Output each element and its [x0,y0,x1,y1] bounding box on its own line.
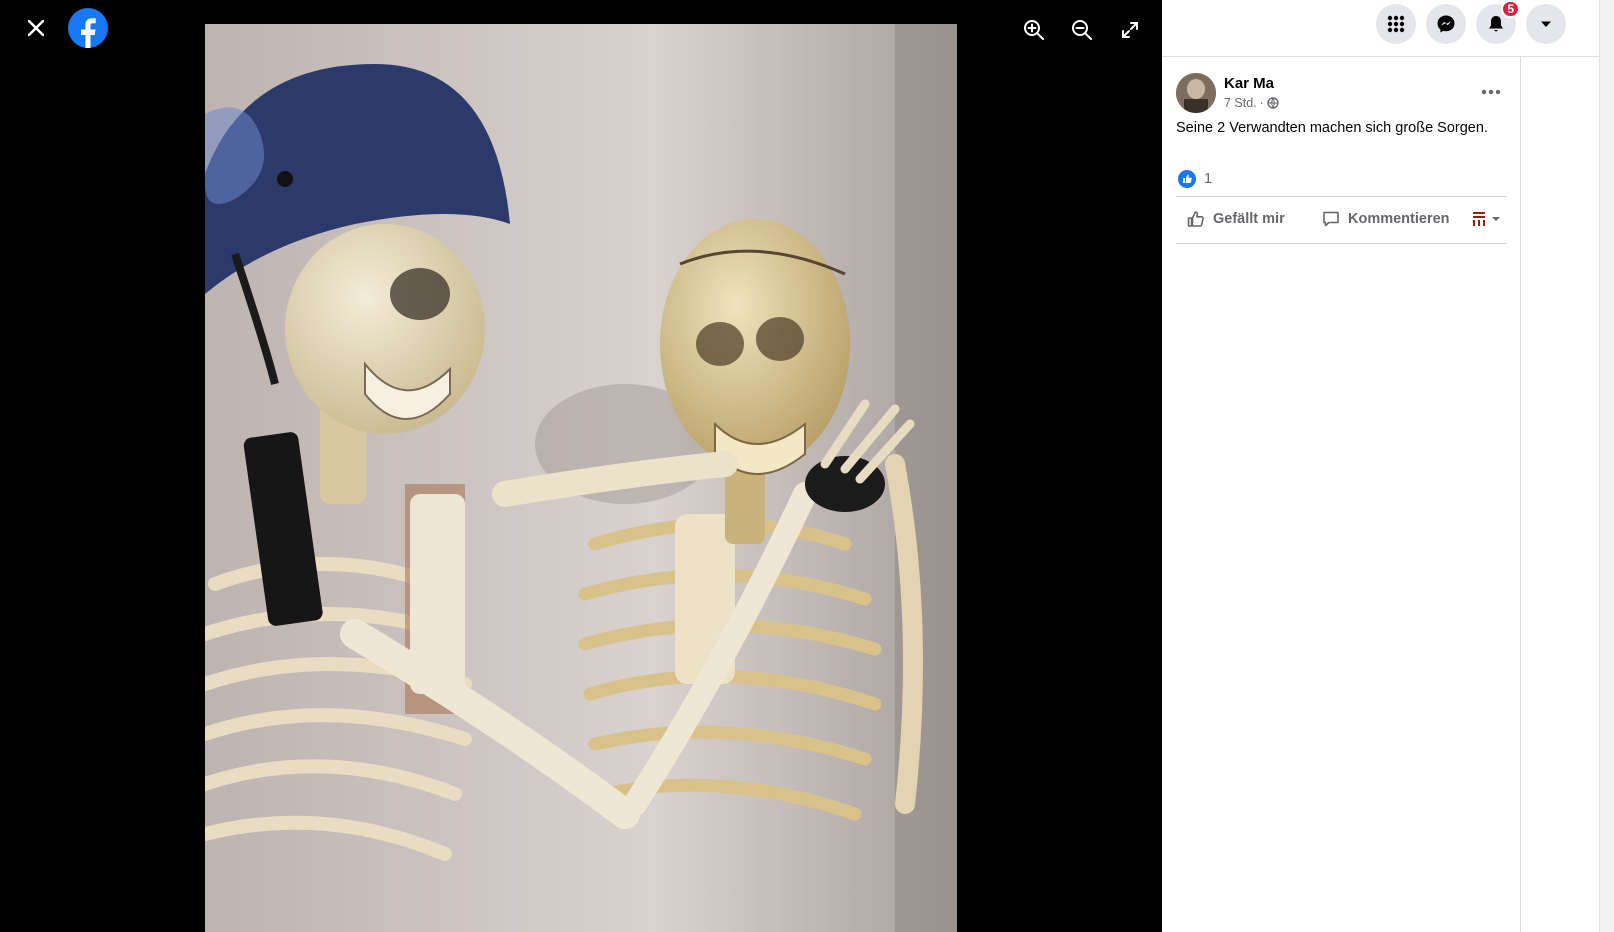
comment-label: Kommentieren [1348,211,1450,227]
caret-down-icon [1492,217,1500,221]
post-photo[interactable] [205,24,957,932]
caret-down-icon [1541,21,1551,27]
scrollbar[interactable] [1599,0,1614,932]
like-reaction-icon [1178,170,1196,188]
avatar[interactable] [1176,73,1216,113]
post-actions: Gefällt mir Kommentieren [1176,202,1516,236]
bell-icon [1489,16,1503,32]
photo-tools [1020,14,1144,46]
post-header: Kar Ma 7 Std. · [1176,73,1506,117]
zoom-in-icon[interactable] [1020,14,1048,46]
divider-bottom [1176,243,1506,244]
post-text: Seine 2 Verwandten machen sich große Sor… [1176,120,1488,136]
viewer-top-left [22,8,108,48]
comment-button[interactable]: Kommentieren [1321,209,1471,229]
facebook-logo-icon[interactable] [68,8,108,48]
author-name[interactable]: Kar Ma [1224,75,1274,92]
reaction-selector[interactable] [1471,210,1501,228]
notifications-badge: 5 [1501,0,1520,18]
comment-icon [1323,211,1339,227]
menu-grid-icon[interactable] [1376,4,1416,44]
messenger-icon[interactable] [1426,4,1466,44]
notifications-button[interactable]: 5 [1476,0,1520,44]
like-count: 1 [1204,171,1213,187]
photo-viewer [0,0,1162,932]
like-label: Gefällt mir [1213,211,1285,227]
post-panel: 5 Kar Ma 7 Std. · Seine 2 Verwandten mac… [1162,0,1614,932]
page-avatar-icon [1471,210,1487,228]
header-actions: 5 [1376,0,1566,44]
post-time[interactable]: 7 Std. [1224,96,1257,110]
close-icon[interactable] [22,12,50,44]
divider-top [1176,196,1506,197]
post-meta: 7 Std. · [1224,96,1279,110]
fullscreen-icon[interactable] [1116,14,1144,46]
account-menu-button[interactable] [1526,4,1566,44]
globe-icon [1267,97,1279,109]
zoom-out-icon[interactable] [1068,14,1096,46]
reaction-summary[interactable]: 1 [1178,170,1212,188]
like-button[interactable]: Gefällt mir [1186,209,1321,229]
panel-header: 5 [1162,0,1614,57]
post-details: Kar Ma 7 Std. · Seine 2 Verwandten mache… [1162,57,1521,932]
more-options-icon[interactable] [1476,77,1506,107]
meta-separator: · [1259,96,1264,110]
thumbs-up-icon [1187,211,1204,227]
